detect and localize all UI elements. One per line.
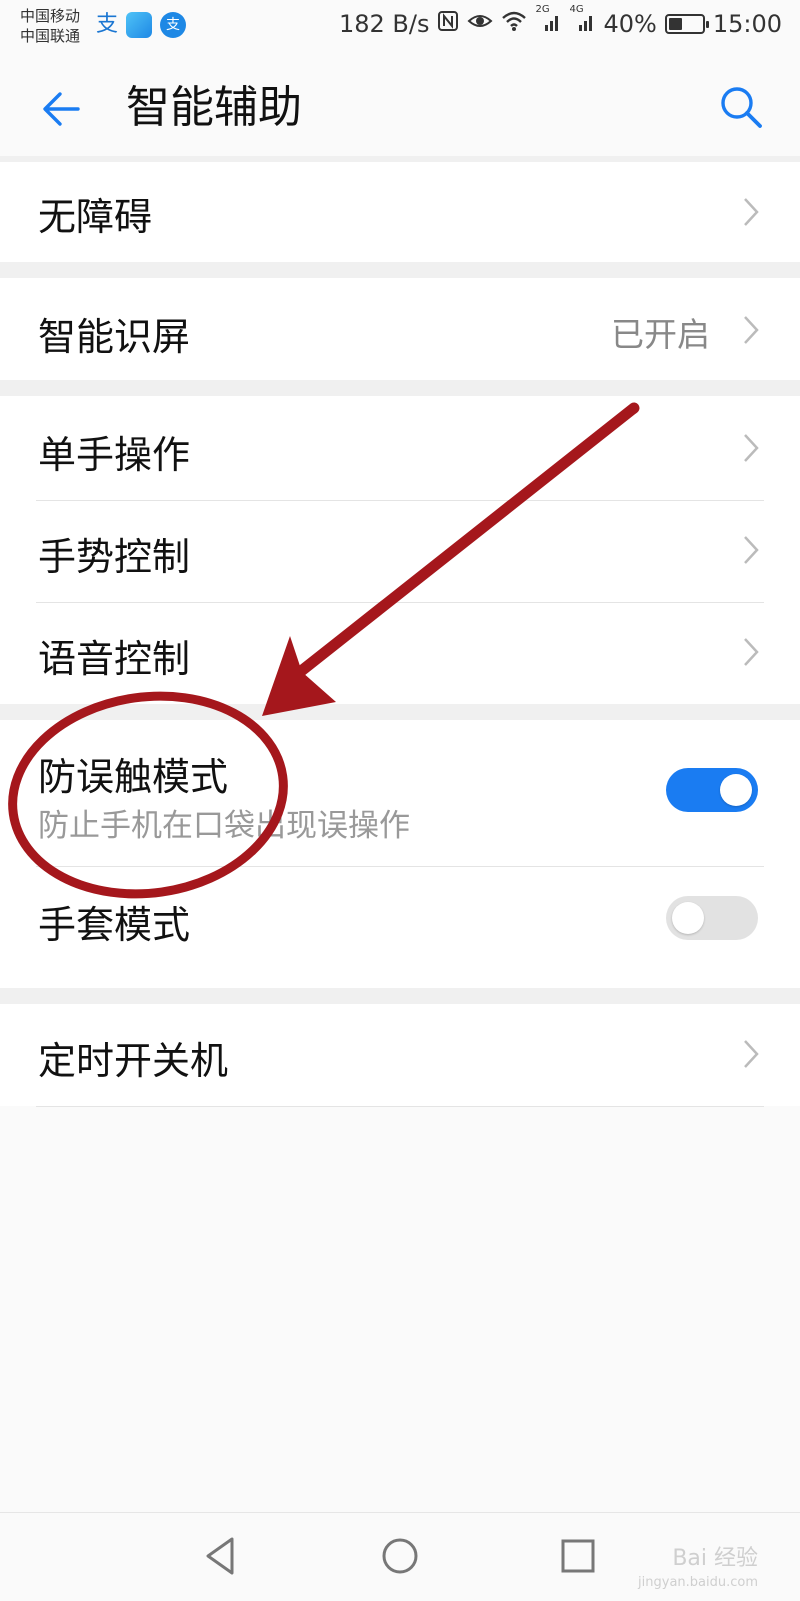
battery-fill xyxy=(668,18,682,30)
signal-4g-label: 4G xyxy=(569,4,584,15)
nav-recents-icon[interactable] xyxy=(553,1531,603,1581)
signal-4g-icon: 4G xyxy=(569,4,595,38)
section-gap xyxy=(0,704,800,720)
pocket-mode-toggle[interactable] xyxy=(666,768,758,812)
search-icon[interactable] xyxy=(718,84,764,130)
page-title: 智能辅助 xyxy=(126,82,302,133)
signal-2g-label: 2G xyxy=(535,4,550,15)
pocket-mode-row[interactable]: 防误触模式 防止手机在口袋出现误操作 xyxy=(0,720,800,866)
settings-group-5: 定时开关机 xyxy=(0,1004,800,1106)
status-bar: 中国移动 中国联通 ⽀ ⽀ 182 B/s 2G 4G 40% 15:00 xyxy=(0,0,800,56)
carrier-2: 中国联通 xyxy=(20,27,81,45)
chevron-right-icon xyxy=(744,638,759,666)
pocket-mode-description: 防止手机在口袋出现误操作 xyxy=(38,808,410,844)
nfc-icon xyxy=(437,10,459,38)
nav-back-icon[interactable] xyxy=(196,1531,246,1581)
settings-group-1: 无障碍 xyxy=(0,162,800,262)
divider xyxy=(36,1106,764,1107)
glove-mode-toggle[interactable] xyxy=(666,896,758,940)
smart-screen-row[interactable]: 智能识屏 已开启 xyxy=(0,278,800,380)
watermark: Bai 经验 jingyan.baidu.com xyxy=(638,1547,758,1595)
carrier-info: 中国移动 中国联通 xyxy=(20,6,80,46)
net-speed: 182 B/s xyxy=(338,10,430,38)
one-hand-label: 单手操作 xyxy=(38,433,191,477)
signal-2g-icon: 2G xyxy=(535,4,561,38)
nav-home-icon[interactable] xyxy=(375,1531,425,1581)
voice-row[interactable]: 语音控制 xyxy=(0,602,800,704)
battery-percent: 40% xyxy=(603,10,657,38)
gesture-row[interactable]: 手势控制 xyxy=(0,500,800,602)
accessibility-label: 无障碍 xyxy=(38,195,153,239)
app-notification-icon xyxy=(126,12,152,38)
section-gap xyxy=(0,380,800,396)
smart-screen-status: 已开启 xyxy=(611,315,710,354)
chevron-right-icon xyxy=(744,1040,759,1068)
status-indicators: 182 B/s 2G 4G 40% 15:00 xyxy=(338,4,782,38)
back-arrow-icon[interactable] xyxy=(38,86,84,132)
settings-group-4: 防误触模式 防止手机在口袋出现误操作 手套模式 xyxy=(0,720,800,988)
carrier-1: 中国移动 xyxy=(20,7,81,25)
settings-group-2: 智能识屏 已开启 xyxy=(0,278,800,380)
alipay-circle-notification-icon: ⽀ xyxy=(160,12,186,38)
watermark-url: jingyan.baidu.com xyxy=(638,1575,758,1590)
glove-mode-row[interactable]: 手套模式 xyxy=(0,866,800,988)
clock: 15:00 xyxy=(712,10,782,38)
scheduled-power-row[interactable]: 定时开关机 xyxy=(0,1004,800,1106)
section-gap xyxy=(0,262,800,278)
alipay-notification-icon: ⽀ xyxy=(95,12,118,37)
wifi-icon xyxy=(501,10,527,38)
chevron-right-icon xyxy=(744,316,759,344)
section-gap xyxy=(0,988,800,1004)
battery-icon xyxy=(664,14,709,34)
toggle-knob xyxy=(672,902,704,934)
smart-screen-label: 智能识屏 xyxy=(38,315,191,359)
scheduled-power-label: 定时开关机 xyxy=(38,1039,229,1083)
eye-comfort-icon xyxy=(467,11,493,37)
accessibility-row[interactable]: 无障碍 xyxy=(0,162,800,262)
gesture-label: 手势控制 xyxy=(38,535,191,579)
voice-label: 语音控制 xyxy=(38,637,191,681)
watermark-brand: Bai 经验 xyxy=(672,1546,758,1571)
app-bar: 智能辅助 xyxy=(0,56,800,156)
pocket-mode-label: 防误触模式 xyxy=(38,755,229,799)
one-hand-row[interactable]: 单手操作 xyxy=(0,396,800,500)
chevron-right-icon xyxy=(744,198,759,226)
chevron-right-icon xyxy=(744,434,759,462)
glove-mode-label: 手套模式 xyxy=(38,903,191,947)
settings-group-3: 单手操作 手势控制 语音控制 xyxy=(0,396,800,704)
toggle-knob xyxy=(720,774,752,806)
system-nav-bar: Bai 经验 jingyan.baidu.com xyxy=(0,1512,800,1601)
chevron-right-icon xyxy=(744,536,759,564)
